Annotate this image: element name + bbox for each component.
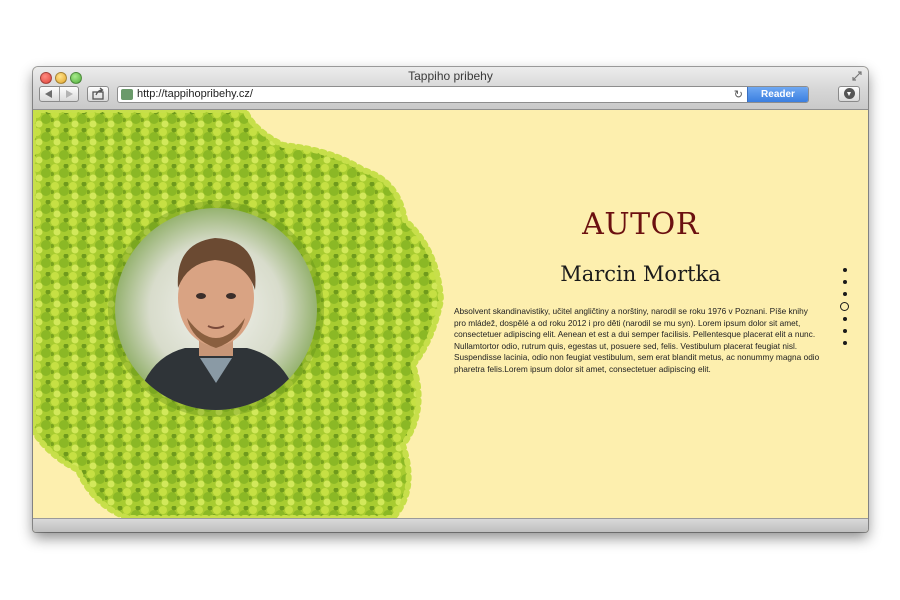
title-bar: Tappiho pribehy http://tappihopribehy.cz… [33, 67, 868, 110]
web-page: AUTOR Marcin Mortka Absolvent skandinavi… [33, 110, 868, 518]
browser-window: Tappiho pribehy http://tappihopribehy.cz… [33, 67, 868, 532]
author-photo [115, 208, 317, 410]
history-nav-buttons [39, 86, 79, 102]
window-bottom-bar [33, 518, 868, 532]
pagination-dot-active[interactable] [840, 302, 849, 311]
window-title: Tappiho pribehy [408, 69, 493, 83]
fullscreen-icon[interactable] [852, 71, 862, 81]
share-button[interactable] [87, 86, 109, 102]
url-text[interactable]: http://tappihopribehy.cz/ [137, 88, 253, 100]
pagination-dot[interactable] [843, 317, 847, 321]
site-favicon-icon [121, 89, 133, 100]
address-bar[interactable]: http://tappihopribehy.cz/ ↻ Reader [117, 86, 809, 103]
download-icon [844, 88, 855, 99]
author-name: Marcin Mortka [560, 262, 721, 286]
pagination-dot[interactable] [843, 292, 847, 296]
downloads-button[interactable] [838, 86, 860, 102]
forward-arrow-icon[interactable] [66, 90, 73, 98]
section-title: AUTOR [582, 207, 699, 242]
pagination-dot[interactable] [843, 280, 847, 284]
reader-button[interactable]: Reader [747, 87, 808, 102]
pagination-dot[interactable] [843, 268, 847, 272]
pagination-dot[interactable] [843, 329, 847, 333]
reload-icon[interactable]: ↻ [734, 88, 743, 101]
back-arrow-icon[interactable] [45, 90, 52, 98]
nav-divider [59, 87, 60, 101]
author-bio: Absolvent skandinavistiky, učitel anglič… [454, 306, 820, 374]
share-icon [92, 87, 104, 100]
pagination-dot[interactable] [843, 341, 847, 345]
